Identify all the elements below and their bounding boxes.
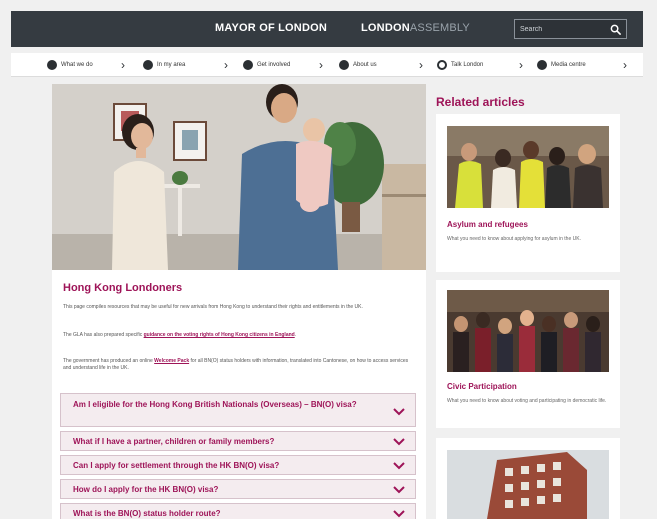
nav-item-label: About us [353, 62, 377, 68]
chevron-right-icon: › [121, 58, 125, 72]
chevron-right-icon: › [623, 58, 627, 72]
accordion-item[interactable]: What is the BN(O) status holder route? [60, 503, 416, 519]
chevron-down-icon [393, 438, 405, 446]
what-we-do-icon [47, 60, 57, 70]
nav-item-label: Media centre [551, 62, 586, 68]
mayor-of-london-logo[interactable]: MAYOR OF LONDON [215, 22, 327, 34]
related-card-civic[interactable]: Civic Participation What you need to kno… [436, 280, 620, 428]
related-card-title[interactable]: Civic Participation [447, 382, 517, 391]
chevron-down-icon [393, 462, 405, 470]
accordion-item[interactable]: Can I apply for settlement through the H… [60, 455, 416, 475]
paragraph-text: The GLA has also prepared specific [63, 332, 144, 338]
asylum-card-image [447, 126, 609, 208]
chevron-down-icon [393, 510, 405, 518]
chevron-right-icon: › [519, 58, 523, 72]
building-card-image [447, 450, 609, 519]
civic-card-image [447, 290, 609, 372]
chevron-right-icon: › [224, 58, 228, 72]
voting-guidance-paragraph: The GLA has also prepared specific guida… [63, 332, 413, 339]
accordion-item[interactable]: Am I eligible for the Hong Kong British … [60, 393, 416, 427]
accordion-question: What if I have a partner, children or fa… [73, 437, 275, 446]
related-card-title[interactable]: Asylum and refugees [447, 220, 528, 229]
welcome-pack-paragraph: The government has produced an online We… [63, 358, 413, 372]
accordion-item[interactable]: How do I apply for the HK BN(O) visa? [60, 479, 416, 499]
chevron-down-icon [393, 408, 405, 416]
accordion-item[interactable]: What if I have a partner, children or fa… [60, 431, 416, 451]
related-card-description: What you need to know about applying for… [447, 236, 581, 242]
nav-item-media-centre[interactable]: Media centre [537, 58, 586, 72]
nav-item-about-us[interactable]: About us [339, 58, 377, 72]
accordion-question: What is the BN(O) status holder route? [73, 509, 221, 518]
get-involved-icon [243, 60, 253, 70]
nav-item-get-involved[interactable]: Get involved [243, 58, 290, 72]
nav-item-talk-london[interactable]: Talk London [437, 58, 483, 72]
nav-item-label: What we do [61, 62, 93, 68]
related-card-asylum[interactable]: Asylum and refugees What you need to kno… [436, 114, 620, 272]
london-assembly-logo[interactable]: LONDONASSEMBLY [361, 22, 470, 34]
related-card-description: What you need to know about voting and p… [447, 398, 607, 404]
page: MAYOR OF LONDON LONDONASSEMBLY What we d… [0, 0, 657, 519]
article-content: Hong Kong Londoners This page compiles r… [52, 270, 426, 519]
in-my-area-icon [143, 60, 153, 70]
chevron-right-icon: › [419, 58, 423, 72]
main-nav: What we do › In my area › Get involved ›… [11, 53, 643, 77]
site-header: MAYOR OF LONDON LONDONASSEMBLY [11, 11, 643, 47]
intro-paragraph: This page compiles resources that may be… [63, 304, 363, 310]
related-card-housing[interactable] [436, 438, 620, 519]
media-centre-icon [537, 60, 547, 70]
assembly-logo-light: ASSEMBLY [409, 22, 470, 34]
nav-item-label: Get involved [257, 62, 291, 68]
paragraph-text: The government has produced an online [63, 358, 155, 364]
paragraph-text: . [294, 332, 297, 338]
talk-london-icon [437, 60, 447, 70]
accordion-question: Am I eligible for the Hong Kong British … [73, 400, 357, 409]
about-us-icon [339, 60, 349, 70]
accordion-question: Can I apply for settlement through the H… [73, 461, 280, 470]
chevron-right-icon: › [319, 58, 323, 72]
nav-item-label: In my area [157, 62, 186, 68]
chevron-down-icon [393, 486, 405, 494]
page-title: Hong Kong Londoners [63, 282, 183, 294]
search-input[interactable] [520, 23, 602, 36]
nav-item-what-we-do[interactable]: What we do [47, 58, 93, 72]
nav-item-in-my-area[interactable]: In my area [143, 58, 185, 72]
related-articles-heading: Related articles [436, 95, 525, 109]
search-box [514, 19, 627, 39]
assembly-logo-strong: LONDON [361, 22, 410, 34]
welcome-pack-link[interactable]: Welcome Pack [154, 358, 189, 364]
accordion-question: How do I apply for the HK BN(O) visa? [73, 485, 219, 494]
hero-family-image [52, 84, 426, 270]
voting-guidance-link[interactable]: guidance on the voting rights of Hong Ko… [144, 332, 295, 338]
nav-item-label: Talk London [451, 62, 484, 68]
search-icon[interactable] [610, 24, 621, 35]
